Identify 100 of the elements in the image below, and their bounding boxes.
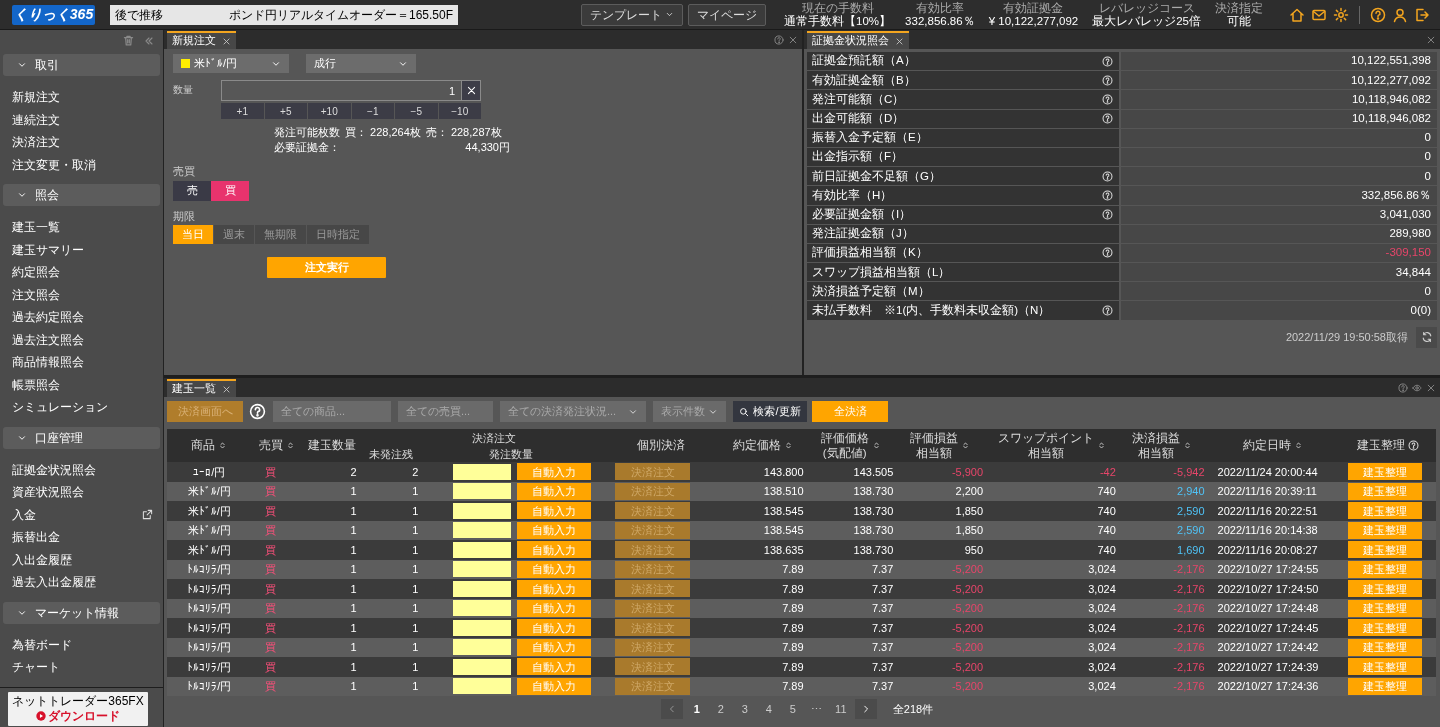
help-icon[interactable] [1370,6,1386,23]
quantity-input[interactable] [453,580,512,597]
page-button[interactable]: 2 [710,699,731,719]
table-cell-text: 2 [412,464,419,480]
sort-icon[interactable] [218,440,228,451]
menu-item[interactable]: 新規注文 [12,88,60,107]
menu-item[interactable]: 決済注文 [12,133,60,152]
expiry-tab[interactable]: 日時指定 [307,225,369,244]
step-button[interactable]: +5 [264,103,307,119]
home-icon[interactable] [1289,6,1305,23]
close-icon[interactable] [1426,382,1436,393]
page-button[interactable]: 5 [782,699,803,719]
quantity-input[interactable] [453,483,512,500]
panel-tab[interactable]: 新規注文 [167,31,236,49]
table-cell-text: 買 [265,640,277,655]
step-button[interactable]: −5 [395,103,438,119]
table-cell-text: ﾄﾙｺﾘﾗ/円 [187,679,232,694]
order-type-select[interactable]: 成行 [306,54,416,73]
quantity-input[interactable] [453,463,512,480]
side-toggle[interactable]: 売 [173,180,211,201]
header-button[interactable]: マイページ [688,3,767,26]
menu-item[interactable]: 過去約定照会 [12,308,84,327]
table-cell-text: 1 [412,484,419,499]
close-icon[interactable] [222,384,231,394]
quantity-input[interactable]: 1 [221,80,462,101]
logout-icon[interactable] [1414,6,1430,23]
quantity-input[interactable] [453,502,512,519]
quantity-input[interactable] [453,678,512,695]
menu-item[interactable]: 為替ボード [12,635,72,654]
sort-icon[interactable] [1183,440,1193,451]
header-button[interactable]: テンプレート [581,3,684,26]
menu-item[interactable]: 連続注文 [12,110,60,129]
menu-item[interactable]: 過去注文照会 [12,330,84,349]
table-cell-text: 1 [412,562,419,577]
page-button[interactable]: 11 [830,699,851,719]
quantity-input[interactable] [453,561,512,578]
download-banner[interactable]: ネットトレーダー365FX ダウンロード [8,691,148,726]
external-link-icon[interactable] [142,509,153,521]
menu-item[interactable]: 商品情報照会 [12,353,84,372]
table-cell-text: 2022/11/24 20:00:44 [1217,464,1318,480]
menu-item[interactable]: 注文照会 [12,285,60,304]
menu-item[interactable]: 入金 [12,505,36,524]
menu-item[interactable]: 注文変更・取消 [12,155,96,174]
section-header[interactable]: 口座管理 [3,426,160,449]
row-value: 10,122,551,398 [1351,53,1431,69]
page-button[interactable]: 4 [758,699,779,719]
menu-item[interactable]: チャート [12,658,60,677]
section-header[interactable]: 照会 [3,184,160,207]
trash-icon[interactable] [122,34,135,48]
quantity-input[interactable] [453,522,512,539]
close-icon[interactable] [788,34,798,45]
search-button[interactable]: 検索/更新 [733,401,807,422]
page-button[interactable]: 1 [686,699,707,719]
clear-button[interactable] [462,80,481,101]
step-button[interactable]: −10 [438,103,481,119]
sort-icon[interactable] [1293,440,1303,451]
menu-item[interactable]: 過去入出金履歴 [12,573,96,592]
menu-item[interactable]: 資産状況照会 [12,483,84,502]
quantity-input[interactable] [453,600,512,617]
menu-item[interactable]: 帳票照会 [12,375,60,394]
panel-tab[interactable]: 証拠金状況照会 [807,31,909,49]
step-button[interactable]: −1 [351,103,394,119]
close-icon[interactable] [222,36,231,46]
step-button[interactable]: +10 [308,103,351,119]
page-button[interactable]: 3 [734,699,755,719]
menu-item[interactable]: 入出金履歴 [12,550,72,569]
step-button[interactable]: +1 [221,103,264,119]
sort-icon[interactable] [961,440,971,451]
symbol-select[interactable]: 米ﾄﾞﾙ/円 [173,54,289,73]
menu-item[interactable]: シミュレーション [12,398,108,417]
side-toggle[interactable]: 買 [211,180,249,201]
sort-icon[interactable] [1096,440,1106,451]
refresh-button[interactable] [1416,326,1437,348]
menu-item[interactable]: 振替出金 [12,528,60,547]
menu-item[interactable]: 建玉サマリー [12,240,84,259]
menu-item[interactable]: 建玉一覧 [12,218,60,237]
sort-icon[interactable] [784,440,794,451]
table-cell-text: 買 [265,503,277,519]
expiry-tab[interactable]: 週末 [214,225,254,244]
menu-item[interactable]: 約定照会 [12,263,60,282]
close-icon[interactable] [895,36,904,46]
user-icon[interactable] [1392,6,1408,23]
sort-icon[interactable] [871,440,881,451]
quantity-input[interactable] [453,658,512,675]
section-header[interactable]: マーケット情報 [3,601,160,624]
expiry-tab[interactable]: 無期限 [255,225,306,244]
panel-tab[interactable]: 建玉一覧 [167,379,236,397]
ticker-text: 後で推移 [115,6,163,24]
eye-icon[interactable] [1412,382,1422,393]
column-header: スワップポイント [997,430,1094,446]
quantity-input[interactable] [453,541,512,558]
quantity-input[interactable] [453,639,512,656]
sort-icon[interactable] [285,440,295,451]
section-header[interactable]: 取引 [3,54,160,77]
menu-item[interactable]: 証拠金状況照会 [12,460,96,479]
page-button[interactable]: ⋯ [806,699,827,719]
quantity-input[interactable] [453,619,512,636]
close-icon[interactable] [1426,34,1436,45]
play-icon [36,711,46,722]
next-page-button[interactable] [854,699,877,719]
